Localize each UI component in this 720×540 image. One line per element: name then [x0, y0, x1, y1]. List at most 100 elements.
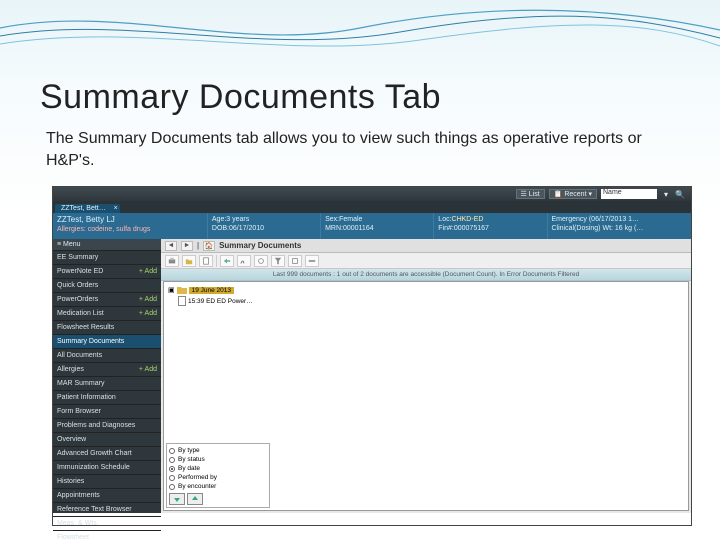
document-node[interactable]: 15:39 ED ED Power… — [168, 296, 253, 306]
document-icon — [178, 296, 186, 306]
sidebar-item-label: Reference Text Browser — [57, 506, 132, 513]
add-badge[interactable]: + Add — [139, 296, 157, 303]
patient-tab-active[interactable]: ZZTest, Bett… × — [55, 204, 120, 213]
nav-back-button[interactable]: ◄ — [165, 241, 177, 251]
sidebar-item-ee-summary[interactable]: EE Summary — [53, 251, 161, 265]
sidebar-item-label: Problems and Diagnoses — [57, 422, 135, 429]
add-badge[interactable]: + Add — [139, 366, 157, 373]
dob-value: 06/17/2010 — [229, 225, 264, 232]
folder-node[interactable]: ▣ 19 June 2013 — [168, 286, 253, 294]
slide-subtitle: The Summary Documents tab allows you to … — [46, 128, 646, 171]
folder-date-label: 19 June 2013 — [189, 287, 234, 294]
sidebar-item-all-documents[interactable]: All Documents — [53, 349, 161, 363]
sidebar-item-label: Medication List — [57, 310, 104, 317]
age-value: 3 years — [226, 216, 249, 223]
forward-doc-button[interactable] — [220, 255, 234, 267]
sidebar-item-powernote-ed[interactable]: PowerNote ED + Add — [53, 265, 161, 279]
search-go-icon[interactable]: 🔍 — [675, 189, 685, 199]
sex-label: Sex: — [325, 216, 339, 223]
radio-icon — [169, 484, 175, 490]
collapse-button[interactable] — [288, 255, 302, 267]
search-dropdown-icon[interactable]: ▾ — [661, 189, 671, 199]
sidebar-item-patient-information[interactable]: Patient Information — [53, 391, 161, 405]
app-top-toolbar: ☰ List 📋 Recent ▾ Name ▾ 🔍 — [53, 187, 691, 201]
sidebar-item-advanced-growth-chart[interactable]: Advanced Growth Chart — [53, 447, 161, 461]
sidebar-item-label: Immunization Schedule — [57, 464, 130, 471]
sort-option-performed-by[interactable]: Performed by — [169, 473, 267, 482]
open-button[interactable] — [182, 255, 196, 267]
sidebar-item-label: Allergies — [57, 366, 84, 373]
sidebar-item-meas-wts-[interactable]: Meas. & Wts. — [53, 517, 161, 531]
list-icon: ☰ — [521, 190, 527, 198]
sidebar-item-quick-orders[interactable]: Quick Orders — [53, 279, 161, 293]
tree-collapse-icon[interactable]: ▣ — [168, 286, 175, 294]
list-label: List — [529, 191, 540, 198]
properties-button[interactable] — [254, 255, 268, 267]
sidebar-item-label: Appointments — [57, 492, 100, 499]
sidebar-item-overview[interactable]: Overview — [53, 433, 161, 447]
sort-option-label: By status — [178, 456, 205, 463]
sidebar-item-label: MAR Summary — [57, 380, 104, 387]
sidebar-item-allergies[interactable]: Allergies + Add — [53, 363, 161, 377]
slide-title: Summary Documents Tab — [40, 78, 441, 117]
nav-separator: | — [197, 241, 199, 250]
sort-option-by-encounter[interactable]: By encounter — [169, 482, 267, 491]
sort-down-button[interactable] — [169, 493, 185, 505]
print-button[interactable] — [165, 255, 179, 267]
sidebar-item-powerorders[interactable]: PowerOrders+ Add — [53, 293, 161, 307]
sort-panel: By typeBy statusBy datePerformed byBy en… — [166, 443, 270, 508]
close-icon[interactable]: × — [114, 205, 118, 212]
sidebar-item-mar-summary[interactable]: MAR Summary — [53, 377, 161, 391]
sign-button[interactable] — [237, 255, 251, 267]
sidebar-item-label: Flowsheet — [57, 534, 89, 540]
preview-button[interactable] — [199, 255, 213, 267]
loc-label: Loc: — [438, 216, 451, 223]
sort-option-by-status[interactable]: By status — [169, 455, 267, 464]
sort-up-button[interactable] — [187, 493, 203, 505]
recent-icon: 📋 — [554, 190, 563, 198]
sidebar-item-histories[interactable]: Histories — [53, 475, 161, 489]
sidebar: ≡ Menu EE Summary PowerNote ED + Add Quick … — [53, 239, 161, 513]
decorative-wave — [0, 0, 720, 60]
sort-option-by-date[interactable]: By date — [169, 464, 267, 473]
name-search-input[interactable]: Name — [601, 189, 657, 199]
list-button[interactable]: ☰ List — [516, 189, 545, 199]
sidebar-item-label: PowerNote ED — [57, 268, 103, 275]
encounter-label: Emergency (06/17/2013 1… — [552, 215, 687, 224]
dosing-label: Clinical(Dosing) Wt: 16 kg (… — [552, 224, 687, 233]
nav-home-button[interactable]: 🏠 — [203, 241, 215, 251]
sidebar-item-immunization-schedule[interactable]: Immunization Schedule — [53, 461, 161, 475]
more-button[interactable] — [305, 255, 319, 267]
sidebar-item-flowsheet-results[interactable]: Flowsheet Results — [53, 321, 161, 335]
sidebar-item-medication-list[interactable]: Medication List + Add — [53, 307, 161, 321]
sidebar-item-flowsheet[interactable]: Flowsheet — [53, 531, 161, 540]
recent-button[interactable]: 📋 Recent ▾ — [549, 189, 597, 199]
filter-button[interactable] — [271, 255, 285, 267]
radio-icon — [169, 448, 175, 454]
sort-option-by-type[interactable]: By type — [169, 446, 267, 455]
radio-icon — [169, 475, 175, 481]
sidebar-item-label: Form Browser — [57, 408, 101, 415]
doc-status-line: Last 999 documents : 1 out of 2 document… — [161, 269, 691, 281]
patient-info-bar: ZZTest, Betty LJ Allergies: codeine, sul… — [53, 213, 691, 239]
sidebar-item-form-browser[interactable]: Form Browser — [53, 405, 161, 419]
add-badge[interactable]: + Add — [139, 268, 157, 275]
patient-name: ZZTest, Betty LJ — [57, 215, 203, 225]
sidebar-header-label: Menu — [63, 241, 81, 248]
sidebar-item-label: Histories — [57, 478, 84, 485]
sidebar-header: ≡ Menu — [53, 239, 161, 251]
sex-value: Female — [339, 216, 362, 223]
document-tree: ▣ 19 June 2013 15:39 ED ED Power… — [168, 286, 253, 306]
menu-collapse-icon[interactable]: ≡ — [57, 241, 61, 248]
sidebar-item-label: Summary Documents — [57, 338, 124, 345]
sidebar-item-reference-text-browser[interactable]: Reference Text Browser — [53, 503, 161, 517]
nav-forward-button[interactable]: ► — [181, 241, 193, 251]
sidebar-item-label: Advanced Growth Chart — [57, 450, 132, 457]
sort-option-label: By encounter — [178, 483, 216, 490]
add-badge[interactable]: + Add — [139, 310, 157, 317]
dob-label: DOB: — [212, 225, 229, 232]
sidebar-item-summary-documents[interactable]: Summary Documents — [53, 335, 161, 349]
sidebar-item-appointments[interactable]: Appointments — [53, 489, 161, 503]
sidebar-item-problems-and-diagnoses[interactable]: Problems and Diagnoses — [53, 419, 161, 433]
document-pane: ▣ 19 June 2013 15:39 ED ED Power… By typ… — [163, 281, 689, 511]
